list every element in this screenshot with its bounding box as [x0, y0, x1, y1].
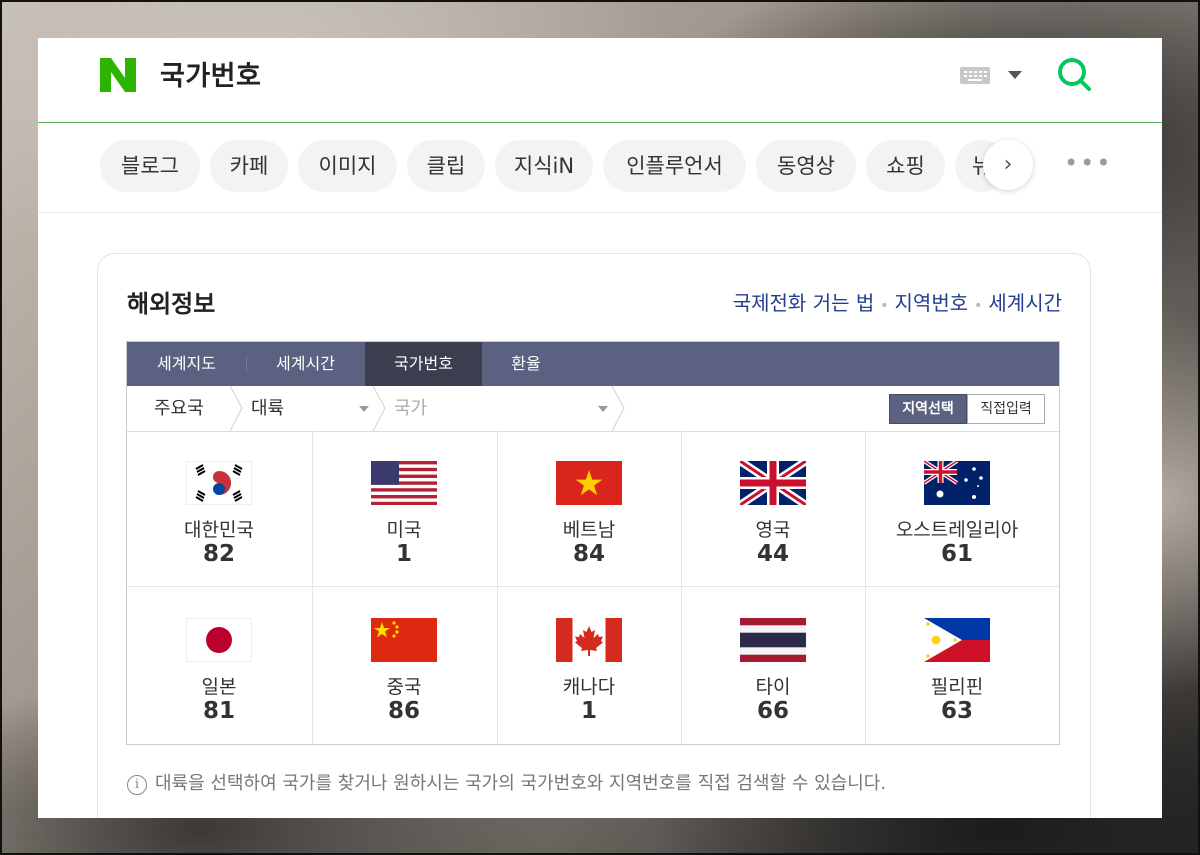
- country-code: 86: [387, 698, 420, 724]
- continent-select[interactable]: 대륙: [251, 386, 284, 431]
- country-name: 오스트레일리아: [895, 519, 1019, 541]
- tab-blog[interactable]: 블로그: [100, 140, 200, 192]
- tab-kin[interactable]: 지식iN: [495, 140, 593, 192]
- tab-image[interactable]: 이미지: [298, 140, 397, 192]
- link-area-code[interactable]: 지역번호: [895, 291, 969, 315]
- country-item[interactable]: 대한민국 82: [127, 431, 311, 587]
- country-item[interactable]: 일본 81: [127, 588, 311, 744]
- country-name: 필리핀: [930, 676, 984, 698]
- country-code: 1: [395, 541, 412, 567]
- philippines-flag-icon: [924, 618, 990, 662]
- link-separator: •: [880, 298, 889, 314]
- tab-cafe[interactable]: 카페: [210, 140, 288, 192]
- link-intl-call[interactable]: 국제전화 거는 법: [733, 291, 875, 315]
- tab-country-code[interactable]: 국가번호: [365, 342, 482, 386]
- chevron-right-icon[interactable]: ›: [983, 140, 1033, 190]
- china-flag-icon: [371, 618, 437, 662]
- usa-flag-icon: [371, 461, 437, 505]
- country-code: 63: [940, 698, 973, 724]
- tab-shopping[interactable]: 쇼핑: [866, 140, 945, 192]
- search-icon[interactable]: [1056, 56, 1094, 94]
- country-name: 영국: [755, 519, 791, 541]
- breadcrumb-separator-icon: [611, 386, 625, 431]
- more-dots-icon[interactable]: •••: [1064, 149, 1112, 177]
- tab-clip[interactable]: 클립: [407, 140, 485, 192]
- tab-video[interactable]: 동영상: [756, 140, 856, 192]
- breadcrumb-separator-icon: [372, 386, 386, 431]
- link-world-time[interactable]: 세계시간: [988, 291, 1062, 315]
- country-item[interactable]: 미국 1: [312, 431, 496, 587]
- naver-logo-icon[interactable]: [100, 58, 136, 92]
- breadcrumb-separator-icon: [229, 386, 243, 431]
- country-item[interactable]: 타이 66: [681, 588, 865, 744]
- country-item[interactable]: 필리핀 63: [865, 588, 1049, 744]
- tab-world-map[interactable]: 세계지도: [127, 342, 246, 386]
- country-item[interactable]: 오스트레일리아 61: [865, 431, 1049, 587]
- widget-nav: 세계지도 세계시간 국가번호 환율: [127, 342, 1059, 386]
- filter-bar: 주요국 대륙 국가 지역선택 직접입력: [127, 386, 1059, 432]
- country-name: 캐나다: [562, 676, 616, 698]
- country-item[interactable]: 중국 86: [312, 588, 496, 744]
- country-name: 일본: [201, 676, 237, 698]
- country-code: 81: [202, 698, 235, 724]
- country-name: 대한민국: [184, 519, 254, 541]
- thailand-flag-icon: [740, 618, 806, 662]
- country-code: 82: [202, 541, 235, 567]
- search-result-card: 국가번호 블로그 카페 이미지 클립 지식iN 인플루언서 동영상 쇼핑 뉴 ›…: [38, 38, 1162, 818]
- chevron-down-icon[interactable]: [359, 406, 369, 412]
- country-name: 미국: [386, 519, 422, 541]
- panel-title: 해외정보: [127, 290, 216, 318]
- tab-world-time[interactable]: 세계시간: [246, 342, 365, 386]
- crumb-major-countries[interactable]: 주요국: [154, 386, 204, 431]
- country-item[interactable]: 베트남 84: [497, 431, 681, 587]
- vietnam-flag-icon: [556, 461, 622, 505]
- link-separator: •: [974, 298, 983, 314]
- help-note-text: 대륙을 선택하여 국가를 찾거나 원하시는 국가의 국가번호와 지역번호를 직접…: [155, 773, 887, 794]
- tab-exchange-rate[interactable]: 환율: [482, 342, 570, 386]
- uk-flag-icon: [740, 461, 806, 505]
- japan-flag-icon: [186, 618, 252, 662]
- search-query[interactable]: 국가번호: [160, 54, 261, 93]
- country-name: 타이: [755, 676, 791, 698]
- help-note: i 대륙을 선택하여 국가를 찾거나 원하시는 국가의 국가번호와 지역번호를 직…: [127, 769, 886, 795]
- info-icon: i: [127, 775, 147, 795]
- canada-flag-icon: [556, 618, 622, 662]
- country-item[interactable]: 영국 44: [681, 431, 865, 587]
- country-select[interactable]: 국가: [394, 386, 427, 431]
- country-name: 베트남: [562, 519, 616, 541]
- overseas-info-panel: 해외정보 국제전화 거는 법 • 지역번호 • 세계시간 세계지도 세계시간 국가번호 …: [97, 253, 1091, 818]
- country-code-widget: 세계지도 세계시간 국가번호 환율 주요국 대륙 국가 지역선택 직접입력 대한…: [126, 341, 1060, 745]
- australia-flag-icon: [924, 461, 990, 505]
- chevron-down-icon[interactable]: [598, 406, 608, 412]
- country-code: 44: [756, 541, 789, 567]
- tab-influencer[interactable]: 인플루언서: [603, 140, 746, 192]
- country-code: 1: [580, 698, 597, 724]
- country-code: 61: [940, 541, 973, 567]
- region-select-button[interactable]: 지역선택: [889, 394, 967, 424]
- country-name: 중국: [386, 676, 422, 698]
- country-item[interactable]: 캐나다 1: [497, 588, 681, 744]
- panel-links: 국제전화 거는 법 • 지역번호 • 세계시간: [733, 287, 1062, 316]
- direct-input-button[interactable]: 직접입력: [967, 394, 1045, 424]
- search-header: 국가번호: [38, 38, 1162, 123]
- chevron-down-icon[interactable]: [1008, 71, 1022, 79]
- country-code: 66: [756, 698, 789, 724]
- korea-flag-icon: [186, 461, 252, 505]
- keyboard-icon[interactable]: [960, 67, 990, 84]
- country-code: 84: [572, 541, 605, 567]
